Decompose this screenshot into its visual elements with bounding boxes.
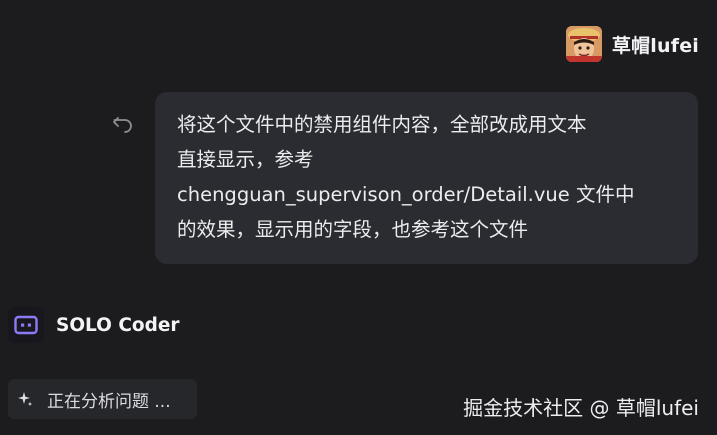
robot-icon	[14, 315, 38, 335]
undo-button[interactable]	[111, 112, 135, 136]
user-name: 草帽lufei	[611, 34, 699, 57]
user-message-text: 将这个文件中的禁用组件内容，全部改成用文本 直接显示，参考 chengguan_…	[177, 107, 680, 247]
user-header: 草帽lufei	[565, 26, 699, 62]
sparkle-icon	[18, 392, 32, 406]
watermark: 掘金技术社区 @ 草帽lufei	[463, 396, 699, 420]
message-line: chengguan_supervison_order/Detail.vue 文件…	[177, 183, 635, 206]
avatar-image	[565, 26, 602, 62]
message-line: 将这个文件中的禁用组件内容，全部改成用文本	[177, 113, 587, 136]
status-indicator: 正在分析问题 ...	[8, 379, 197, 419]
agent-avatar	[8, 307, 44, 343]
message-line: 直接显示，参考	[177, 148, 314, 171]
status-text: 正在分析问题 ...	[47, 391, 171, 412]
undo-icon	[113, 117, 132, 133]
agent-header: SOLO Coder	[8, 307, 180, 343]
message-line: 的效果，显示用的字段，也参考这个文件	[177, 218, 529, 241]
user-avatar[interactable]	[565, 26, 602, 62]
agent-name: SOLO Coder	[56, 314, 180, 336]
user-message-bubble: 将这个文件中的禁用组件内容，全部改成用文本 直接显示，参考 chengguan_…	[155, 92, 698, 264]
